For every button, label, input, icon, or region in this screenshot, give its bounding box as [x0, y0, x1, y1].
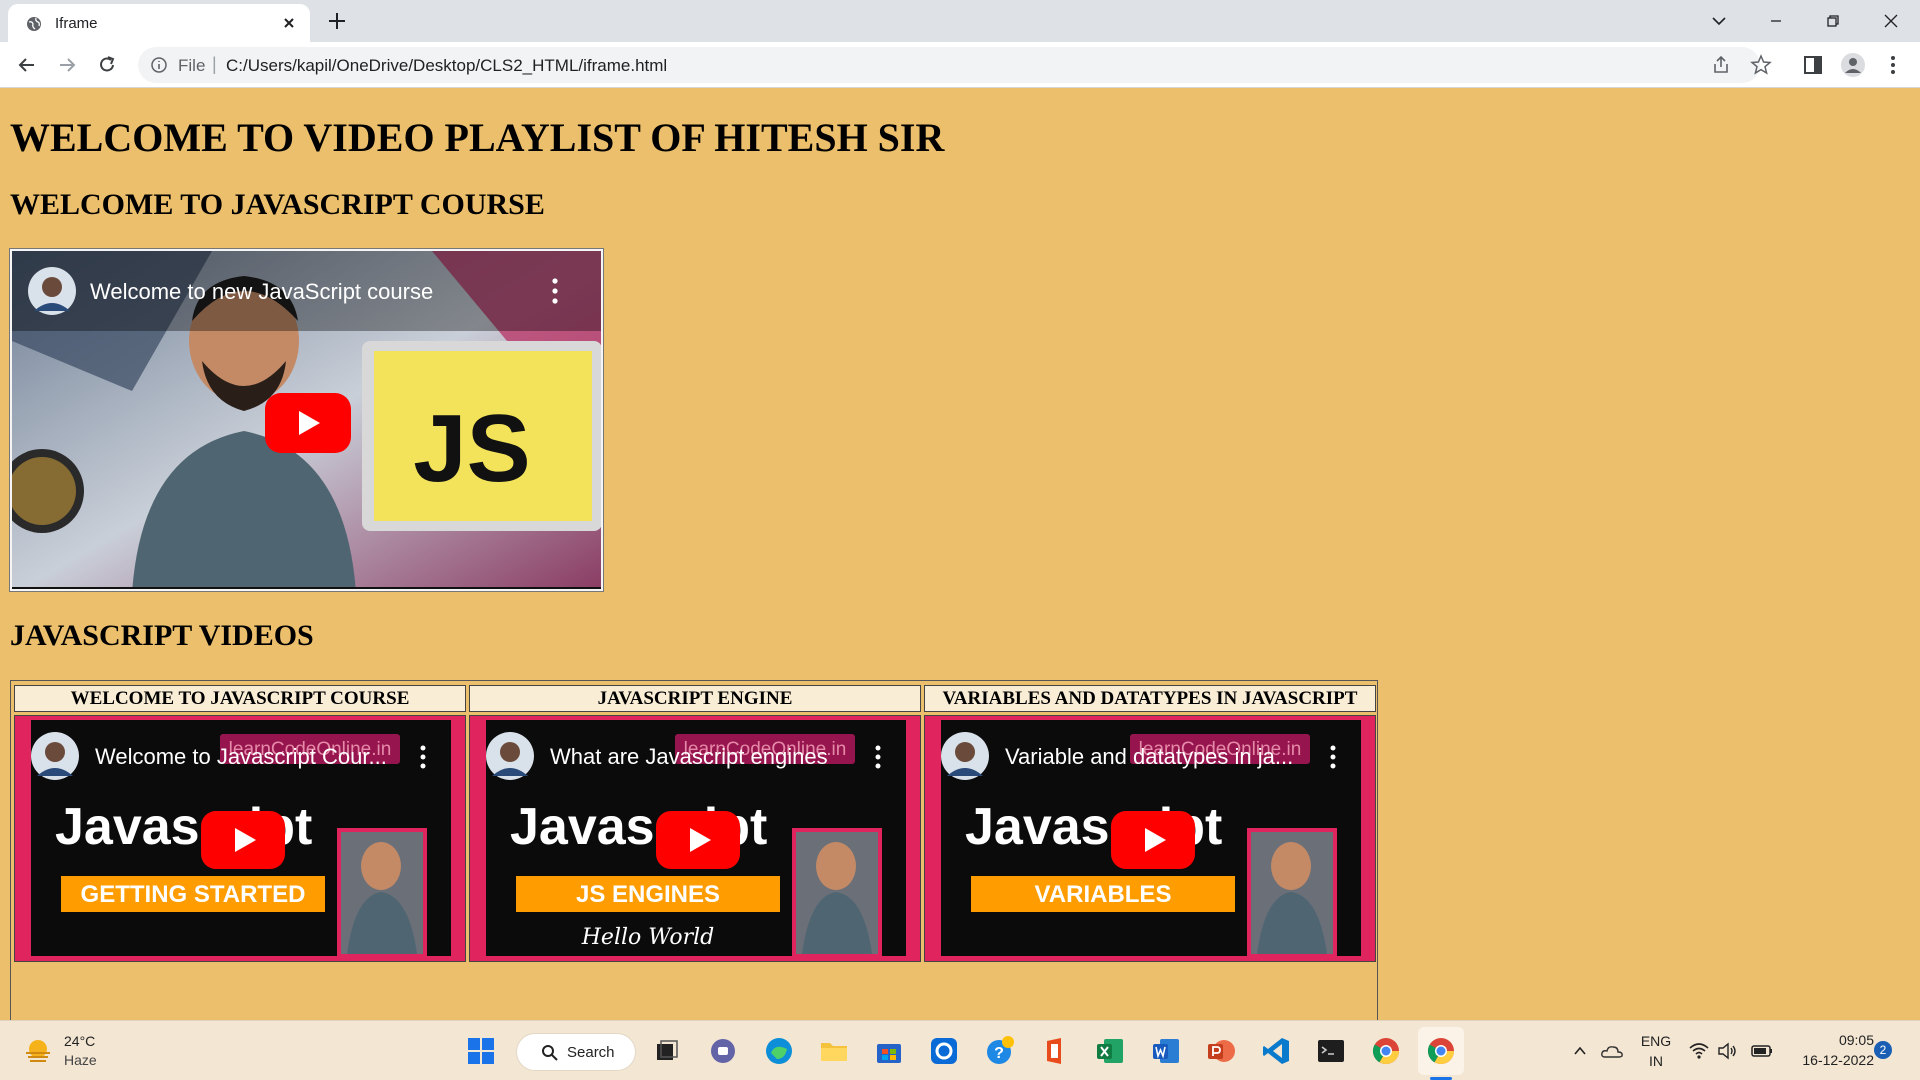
windows-taskbar: 24°C Haze Search ? ENG IN 09:05 16-12-20…	[0, 1020, 1920, 1080]
bookmark-star-icon[interactable]	[1750, 54, 1772, 76]
kebab-menu-icon[interactable]	[1880, 52, 1906, 78]
video-title: Welcome to Javascript Cour...	[95, 744, 387, 769]
language-region: IN	[1649, 1053, 1663, 1069]
youtube-play-button[interactable]	[656, 811, 740, 869]
windows-start-icon[interactable]	[465, 1035, 497, 1067]
video-thumbnail: learnCodeOnline.in What are Javascript e…	[470, 716, 920, 961]
weather-haze-icon[interactable]	[22, 1035, 54, 1067]
course-heading: WELCOME TO JAVASCRIPT COURSE	[10, 188, 545, 221]
video-banner: GETTING STARTED	[81, 881, 306, 908]
chrome-icon[interactable]	[1370, 1035, 1402, 1067]
clock-time[interactable]: 09:05	[1790, 1032, 1874, 1048]
address-separator: |	[212, 54, 217, 74]
profile-avatar-icon[interactable]	[1840, 52, 1866, 78]
weather-description: Haze	[64, 1052, 97, 1068]
browser-tab[interactable]: Iframe	[8, 4, 310, 42]
main-video-thumbnail: JS Welcome to new JavaScript course	[12, 251, 601, 589]
table-header-cell: VARIABLES AND DATATYPES IN JAVASCRIPT	[924, 685, 1376, 712]
window-close-icon[interactable]	[1878, 8, 1904, 34]
chevron-up-icon[interactable]	[1572, 1043, 1588, 1059]
main-video-title: Welcome to new JavaScript course	[90, 279, 433, 304]
table-header-cell: WELCOME TO JAVASCRIPT COURSE	[14, 685, 466, 712]
browser-toolbar: File | C:/Users/kapil/OneDrive/Desktop/C…	[0, 42, 1920, 88]
get-help-icon[interactable]: ?	[984, 1035, 1016, 1067]
teams-chat-icon[interactable]	[707, 1035, 739, 1067]
new-tab-icon[interactable]	[326, 10, 348, 32]
main-video-embed[interactable]: JS Welcome to new JavaScript course	[9, 248, 604, 592]
vscode-icon[interactable]	[1260, 1035, 1292, 1067]
terminal-icon[interactable]	[1315, 1035, 1347, 1067]
table-video-embed[interactable]: learnCodeOnline.in Variable and datatype…	[924, 715, 1376, 962]
youtube-play-button[interactable]	[1111, 811, 1195, 869]
globe-icon	[27, 17, 41, 31]
address-bar[interactable]: File | C:/Users/kapil/OneDrive/Desktop/C…	[138, 47, 1772, 83]
battery-icon[interactable]	[1750, 1042, 1774, 1060]
search-icon	[542, 1045, 558, 1061]
page-title: WELCOME TO VIDEO PLAYLIST OF HITESH SIR	[10, 115, 945, 160]
taskbar-search[interactable]: Search	[516, 1033, 636, 1071]
video-more-icon[interactable]	[420, 745, 426, 769]
video-thumbnail: learnCodeOnline.in Welcome to Javascript…	[15, 716, 465, 961]
clock-date[interactable]: 16-12-2022	[1780, 1052, 1874, 1068]
language-indicator[interactable]: ENG	[1638, 1033, 1674, 1049]
tab-search-icon[interactable]	[1706, 8, 1732, 34]
address-url[interactable]: C:/Users/kapil/OneDrive/Desktop/CLS2_HTM…	[226, 56, 667, 76]
chrome-active-icon[interactable]	[1425, 1035, 1457, 1067]
excel-icon[interactable]	[1094, 1035, 1126, 1067]
share-icon[interactable]	[1711, 54, 1733, 76]
video-title: What are Javascript engines	[550, 744, 828, 769]
minimize-icon[interactable]	[1763, 8, 1789, 34]
volume-icon[interactable]	[1716, 1041, 1738, 1061]
video-title: Variable and datatypes in ja...	[1005, 744, 1293, 769]
weather-temperature: 24°C	[64, 1033, 96, 1049]
powerpoint-icon[interactable]	[1205, 1035, 1237, 1067]
videos-table: WELCOME TO JAVASCRIPT COURSE JAVASCRIPT …	[10, 680, 1378, 1065]
videos-heading: JAVASCRIPT VIDEOS	[10, 619, 314, 652]
restore-icon[interactable]	[1820, 8, 1846, 34]
onedrive-icon[interactable]	[1600, 1041, 1624, 1061]
table-video-embed[interactable]: learnCodeOnline.in Welcome to Javascript…	[14, 715, 466, 962]
office-icon[interactable]	[1039, 1035, 1071, 1067]
main-video-thumb-text: JS	[413, 395, 530, 502]
video-thumbnail: learnCodeOnline.in Variable and datatype…	[925, 716, 1375, 961]
microsoft-store-icon[interactable]	[873, 1035, 905, 1067]
info-icon[interactable]	[150, 56, 168, 74]
video-more-icon[interactable]	[1330, 745, 1336, 769]
word-icon[interactable]	[1150, 1035, 1182, 1067]
app-icon[interactable]	[928, 1035, 960, 1067]
task-view-icon[interactable]	[651, 1035, 683, 1067]
file-explorer-icon[interactable]	[818, 1035, 850, 1067]
search-label: Search	[567, 1044, 615, 1061]
video-banner: VARIABLES	[1035, 881, 1172, 908]
side-panel-icon[interactable]	[1800, 52, 1826, 78]
table-video-embed[interactable]: learnCodeOnline.in What are Javascript e…	[469, 715, 921, 962]
table-header-cell: JAVASCRIPT ENGINE	[469, 685, 921, 712]
page-content: WELCOME TO VIDEO PLAYLIST OF HITESH SIR …	[0, 88, 1920, 1065]
reload-icon[interactable]	[94, 52, 120, 78]
tab-title: Iframe	[55, 15, 98, 32]
close-tab-icon[interactable]	[280, 14, 298, 32]
video-more-icon[interactable]	[875, 745, 881, 769]
browser-tabstrip: Iframe	[0, 0, 1920, 42]
video-extra-text: Hello World	[581, 925, 715, 950]
svg-text:?: ?	[994, 1045, 1004, 1062]
back-arrow-icon[interactable]	[14, 52, 40, 78]
youtube-play-button[interactable]	[201, 811, 285, 869]
address-scheme: File	[178, 56, 206, 75]
forward-arrow-icon[interactable]	[54, 52, 80, 78]
video-more-icon[interactable]	[552, 278, 558, 304]
edge-browser-icon[interactable]	[763, 1035, 795, 1067]
wifi-icon[interactable]	[1688, 1041, 1710, 1061]
notification-badge[interactable]: 2	[1874, 1041, 1892, 1059]
youtube-play-button[interactable]	[265, 393, 351, 453]
video-banner: JS ENGINES	[576, 881, 720, 908]
